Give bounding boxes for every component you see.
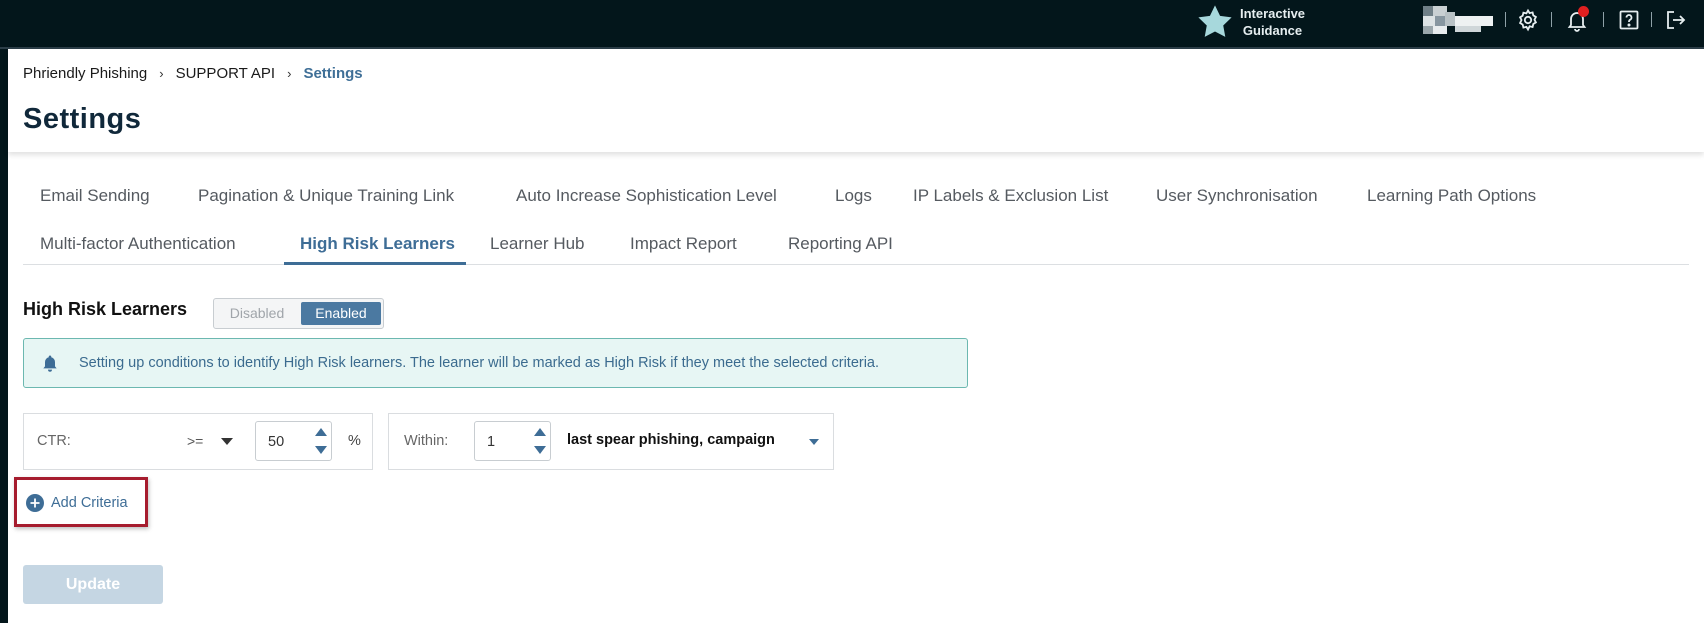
ctr-criteria-box: CTR: >= 50 %: [23, 413, 373, 470]
bell-icon: [43, 355, 57, 372]
breadcrumb: Phriendly Phishing › SUPPORT API › Setti…: [23, 65, 363, 82]
tab-impact-report[interactable]: Impact Report: [630, 234, 737, 254]
within-count-input[interactable]: 1: [474, 421, 551, 461]
tab-multi-factor-authentication[interactable]: Multi-factor Authentication: [40, 234, 236, 254]
active-tab-indicator: [284, 262, 466, 265]
gear-icon[interactable]: [1516, 8, 1540, 32]
separator: [1603, 12, 1604, 27]
notification-dot: [1578, 6, 1589, 17]
add-criteria-label: Add Criteria: [51, 495, 128, 511]
separator: [1651, 12, 1652, 27]
info-alert: Setting up conditions to identify High R…: [23, 338, 968, 388]
guidance-label-line2: Guidance: [1242, 23, 1303, 38]
increment-icon[interactable]: [315, 428, 327, 436]
operator-value: >=: [187, 433, 204, 449]
tab-logs[interactable]: Logs: [835, 186, 872, 206]
alert-text: Setting up conditions to identify High R…: [79, 355, 880, 371]
logout-icon[interactable]: [1664, 8, 1688, 32]
guidance-label-line1: Interactive: [1240, 6, 1306, 21]
threshold-input[interactable]: 50: [255, 421, 332, 461]
increment-icon[interactable]: [534, 428, 546, 436]
breadcrumb-separator: ›: [287, 66, 292, 81]
help-icon[interactable]: [1617, 8, 1641, 32]
separator: [1551, 12, 1552, 27]
section-title: High Risk Learners: [23, 299, 188, 319]
tab-learning-path-options[interactable]: Learning Path Options: [1367, 186, 1536, 206]
chevron-down-icon: [221, 438, 233, 445]
percent-unit: %: [348, 433, 361, 449]
toggle-disabled-option[interactable]: Disabled: [217, 302, 297, 325]
interactive-guidance-button[interactable]: Interactive Guidance: [1196, 3, 1305, 41]
breadcrumb-item-support-api[interactable]: SUPPORT API: [176, 65, 276, 82]
page-title: Settings: [23, 103, 142, 135]
ctr-label: CTR:: [37, 433, 71, 449]
threshold-value: 50: [268, 434, 285, 450]
chevron-down-icon: [809, 439, 819, 445]
tab-auto-increase-sophistication-level[interactable]: Auto Increase Sophistication Level: [516, 186, 777, 206]
within-criteria-box: Within: 1 last spear phishing, campaign: [388, 413, 834, 470]
separator: [1505, 12, 1506, 27]
plus-circle-icon: [26, 494, 44, 512]
update-button[interactable]: Update: [23, 565, 163, 604]
decrement-icon[interactable]: [315, 446, 327, 454]
avatar[interactable]: [1423, 6, 1493, 34]
decrement-icon[interactable]: [534, 446, 546, 454]
tab-high-risk-learners[interactable]: High Risk Learners: [300, 234, 455, 254]
star-icon: [1198, 5, 1232, 37]
tab-user-synchronisation[interactable]: User Synchronisation: [1156, 186, 1318, 206]
tab-reporting-api[interactable]: Reporting API: [788, 234, 893, 254]
breadcrumb-separator: ›: [159, 66, 164, 81]
tab-learner-hub[interactable]: Learner Hub: [490, 234, 585, 254]
tab-ip-labels-exclusion-list[interactable]: IP Labels & Exclusion List: [913, 186, 1108, 206]
toggle-enabled-option[interactable]: Enabled: [301, 302, 381, 325]
within-scope-value: last spear phishing, campaign: [567, 432, 775, 448]
within-label: Within:: [404, 433, 449, 449]
add-criteria-button[interactable]: Add Criteria: [14, 477, 148, 527]
enable-toggle[interactable]: Disabled Enabled: [213, 298, 384, 329]
left-edge: [0, 49, 8, 623]
breadcrumb-item-settings: Settings: [303, 65, 363, 82]
tabs-divider: [23, 264, 1689, 265]
within-count-value: 1: [487, 434, 496, 450]
breadcrumb-item-phriendly-phishing[interactable]: Phriendly Phishing: [23, 65, 147, 82]
tab-email-sending[interactable]: Email Sending: [40, 186, 150, 206]
tab-pagination-unique-training-link[interactable]: Pagination & Unique Training Link: [198, 186, 454, 206]
top-bar: Interactive Guidance: [0, 0, 1704, 49]
